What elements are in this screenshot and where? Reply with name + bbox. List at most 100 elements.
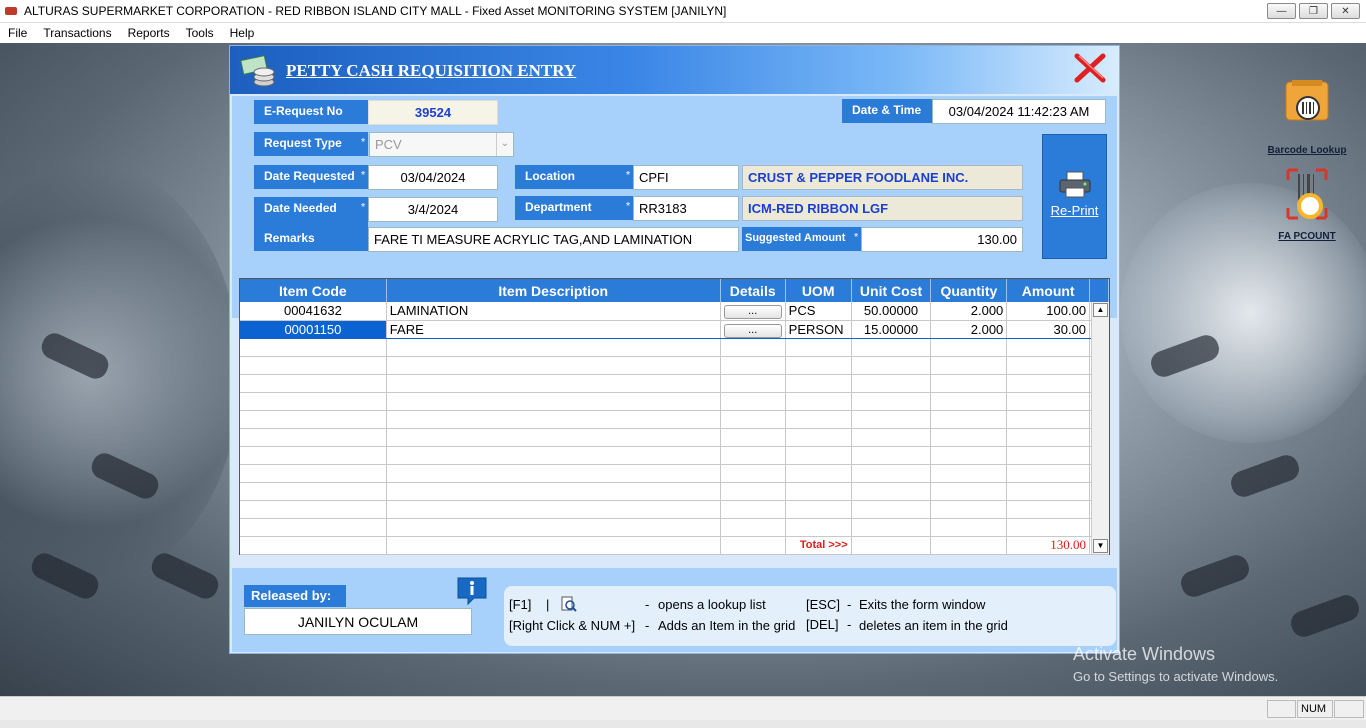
empty-cell[interactable]	[1006, 428, 1091, 447]
close-button[interactable]: ✕	[1331, 3, 1360, 19]
cell-amount[interactable]: 30.00	[1006, 319, 1091, 339]
empty-cell[interactable]	[930, 338, 1008, 357]
empty-cell[interactable]	[1006, 374, 1091, 393]
remarks-field[interactable]: FARE TI MEASURE ACRYLIC TAG,AND LAMINATI…	[368, 227, 739, 252]
cell-uom[interactable]: PCS	[785, 302, 852, 321]
details-button[interactable]: ...	[723, 323, 782, 337]
empty-row[interactable]	[240, 482, 1109, 501]
menu-file[interactable]: File	[0, 26, 35, 40]
empty-cell[interactable]	[386, 410, 721, 429]
empty-cell[interactable]	[386, 374, 721, 393]
reprint-button[interactable]: Re-Print	[1042, 134, 1107, 259]
empty-cell[interactable]	[785, 338, 852, 357]
cell-unit-cost[interactable]: 50.00000	[851, 302, 932, 321]
empty-cell[interactable]	[720, 446, 786, 465]
empty-cell[interactable]	[240, 500, 387, 519]
empty-cell[interactable]	[240, 338, 387, 357]
empty-cell[interactable]	[930, 500, 1008, 519]
suggested-amount-field[interactable]: 130.00	[861, 227, 1023, 252]
cell-item-code[interactable]: 00041632	[240, 302, 387, 321]
cell-quantity[interactable]: 2.000	[930, 302, 1008, 321]
empty-cell[interactable]	[386, 392, 721, 411]
location-field[interactable]: CPFI	[633, 165, 739, 190]
empty-cell[interactable]	[1006, 392, 1091, 411]
menu-reports[interactable]: Reports	[120, 26, 178, 40]
empty-row[interactable]	[240, 428, 1109, 447]
empty-cell[interactable]	[240, 518, 387, 537]
empty-cell[interactable]	[785, 410, 852, 429]
empty-cell[interactable]	[785, 356, 852, 375]
table-row[interactable]: 00041632 LAMINATION ... PCS 50.00000 2.0…	[240, 302, 1109, 321]
date-requested-field[interactable]: 03/04/2024	[368, 165, 498, 190]
empty-cell[interactable]	[930, 374, 1008, 393]
empty-cell[interactable]	[785, 446, 852, 465]
grid-scrollbar[interactable]: ▲ ▼	[1091, 302, 1109, 554]
cell-uom[interactable]: PERSON	[785, 319, 852, 339]
col-unit-cost[interactable]: Unit Cost	[851, 279, 932, 302]
empty-cell[interactable]	[720, 518, 786, 537]
empty-row[interactable]	[240, 338, 1109, 357]
empty-cell[interactable]	[386, 446, 721, 465]
empty-cell[interactable]	[785, 392, 852, 411]
empty-cell[interactable]	[386, 518, 721, 537]
empty-cell[interactable]	[720, 500, 786, 519]
empty-cell[interactable]	[1006, 500, 1091, 519]
empty-row[interactable]	[240, 374, 1109, 393]
empty-row[interactable]	[240, 464, 1109, 483]
empty-cell[interactable]	[386, 500, 721, 519]
cell-quantity[interactable]: 2.000	[930, 319, 1008, 339]
cell-amount[interactable]: 100.00	[1006, 302, 1091, 321]
empty-cell[interactable]	[1006, 356, 1091, 375]
empty-cell[interactable]	[240, 464, 387, 483]
empty-cell[interactable]	[720, 392, 786, 411]
empty-row[interactable]	[240, 356, 1109, 375]
empty-cell[interactable]	[851, 464, 932, 483]
minimize-button[interactable]: —	[1267, 3, 1296, 19]
date-needed-field[interactable]: 3/4/2024	[368, 197, 498, 222]
empty-row[interactable]	[240, 410, 1109, 429]
empty-cell[interactable]	[785, 374, 852, 393]
empty-cell[interactable]	[930, 518, 1008, 537]
empty-cell[interactable]	[930, 464, 1008, 483]
empty-cell[interactable]	[930, 356, 1008, 375]
empty-row[interactable]	[240, 446, 1109, 465]
empty-cell[interactable]	[930, 392, 1008, 411]
empty-cell[interactable]	[720, 338, 786, 357]
empty-cell[interactable]	[930, 410, 1008, 429]
empty-cell[interactable]	[386, 428, 721, 447]
empty-cell[interactable]	[851, 392, 932, 411]
empty-cell[interactable]	[1006, 464, 1091, 483]
empty-cell[interactable]	[1006, 518, 1091, 537]
empty-cell[interactable]	[1006, 410, 1091, 429]
empty-cell[interactable]	[851, 500, 932, 519]
empty-cell[interactable]	[240, 482, 387, 501]
menu-transactions[interactable]: Transactions	[35, 26, 119, 40]
request-type-select[interactable]: PCV ⌄	[369, 132, 514, 157]
empty-cell[interactable]	[851, 428, 932, 447]
col-details[interactable]: Details	[720, 279, 786, 302]
empty-cell[interactable]	[851, 410, 932, 429]
col-item-description[interactable]: Item Description	[386, 279, 721, 302]
empty-row[interactable]	[240, 392, 1109, 411]
info-icon[interactable]	[456, 576, 488, 606]
empty-cell[interactable]	[720, 410, 786, 429]
empty-cell[interactable]	[240, 392, 387, 411]
col-amount[interactable]: Amount	[1006, 279, 1091, 302]
empty-cell[interactable]	[386, 356, 721, 375]
empty-cell[interactable]	[785, 464, 852, 483]
empty-cell[interactable]	[720, 374, 786, 393]
barcode-lookup-shortcut[interactable]: Barcode Lookup	[1262, 78, 1352, 156]
menu-help[interactable]: Help	[222, 26, 263, 40]
cell-item-description[interactable]: FARE	[386, 319, 721, 339]
empty-cell[interactable]	[386, 482, 721, 501]
empty-cell[interactable]	[851, 518, 932, 537]
scroll-down-icon[interactable]: ▼	[1093, 539, 1108, 553]
released-by-field[interactable]: JANILYN OCULAM	[244, 608, 472, 635]
empty-cell[interactable]	[1006, 338, 1091, 357]
cell-unit-cost[interactable]: 15.00000	[851, 319, 932, 339]
department-field[interactable]: RR3183	[633, 196, 739, 221]
empty-cell[interactable]	[720, 482, 786, 501]
empty-cell[interactable]	[386, 464, 721, 483]
empty-cell[interactable]	[851, 446, 932, 465]
barcode-lookup-label[interactable]: Barcode Lookup	[1262, 145, 1352, 156]
